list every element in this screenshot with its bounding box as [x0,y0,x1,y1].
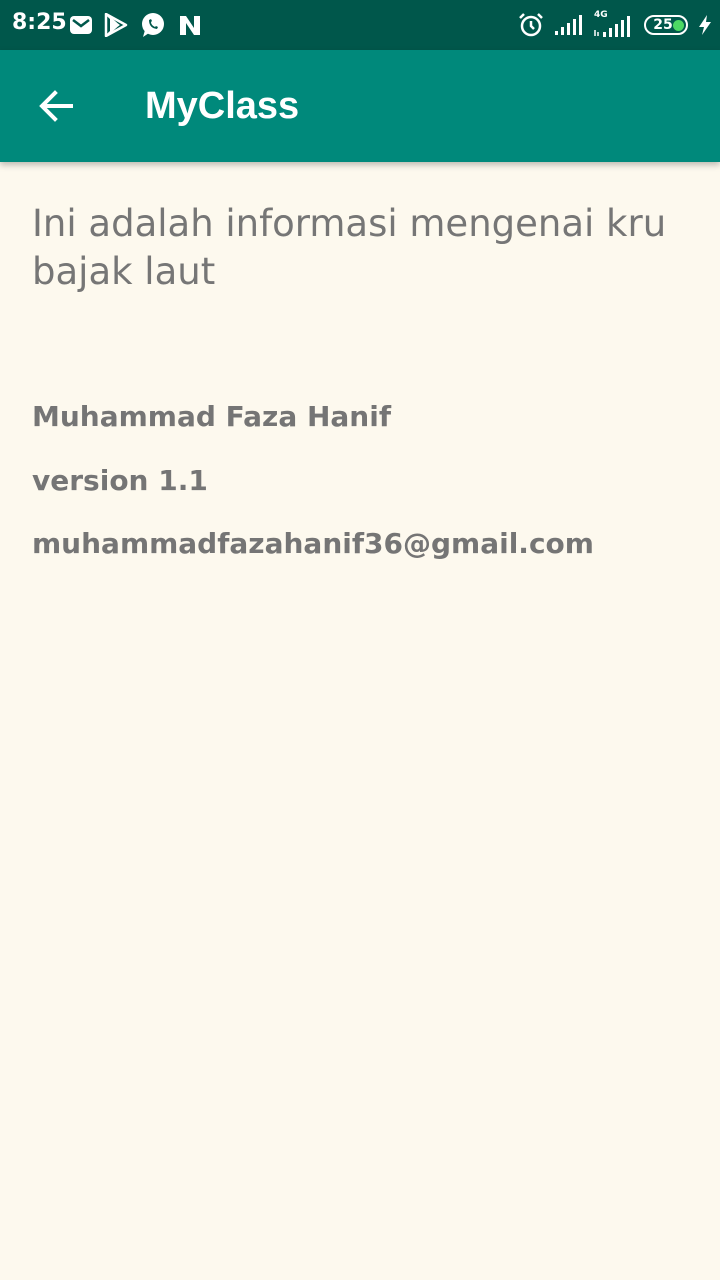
n-app-icon [180,16,200,35]
battery-indicator [673,20,684,31]
notification-icons [70,12,202,38]
about-content: Ini adalah informasi mengenai kru bajak … [32,200,672,560]
signal-4g-icon: 4G [594,10,634,38]
app-bar: MyClass [0,50,720,162]
back-button[interactable] [26,76,86,136]
page-title: MyClass [145,85,300,127]
system-icons: 4G 25 [518,10,712,39]
author-name: Muhammad Faza Hanif [32,400,392,433]
charging-icon [699,15,711,35]
play-store-icon [104,13,128,37]
status-time: 8:25 [12,10,67,35]
alarm-icon [519,13,543,37]
email-text: muhammadfazahanif36@gmail.com [32,527,594,560]
arrow-back-icon [39,90,73,122]
battery-level: 25 [653,17,673,33]
version-text: version 1.1 [32,464,208,497]
battery-icon: 25 [644,15,688,35]
intro-text: Ini adalah informasi mengenai kru bajak … [32,202,667,293]
status-bar: 8:25 4G 25 [0,0,720,50]
gmail-icon [70,16,92,34]
signal-icon [555,15,582,35]
whatsapp-icon [142,13,164,37]
